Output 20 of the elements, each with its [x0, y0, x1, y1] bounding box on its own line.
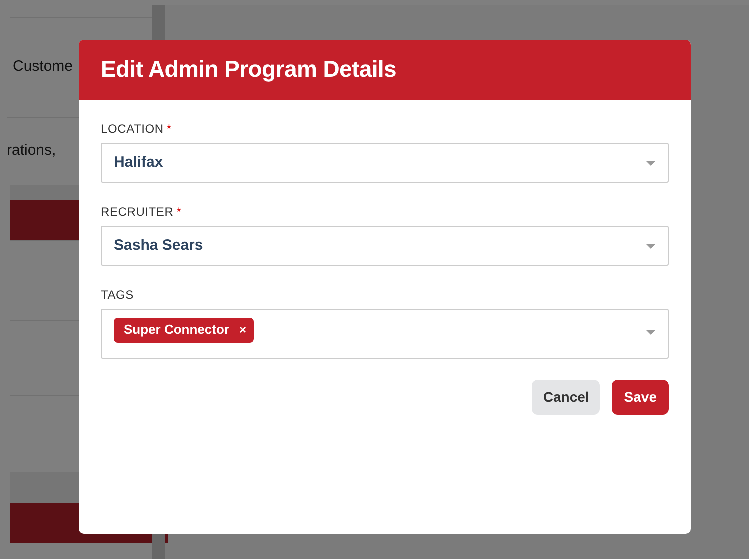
- select-field[interactable]: Sasha Sears: [101, 226, 669, 266]
- field-label: LOCATION *: [101, 121, 173, 138]
- field-label: TAGS: [101, 287, 135, 304]
- field-label: RECRUITER *: [101, 204, 183, 221]
- caret-icon: [646, 330, 656, 335]
- remove-tag-button[interactable]: ×: [239, 320, 246, 339]
- caret-icon: [646, 244, 656, 248]
- row-text: rations,: [7, 141, 56, 162]
- select-value: Halifax: [114, 152, 164, 173]
- required-marker: *: [176, 205, 182, 219]
- required-marker: *: [166, 122, 172, 136]
- row-text: Custome: [13, 57, 74, 78]
- select-field[interactable]: Halifax: [101, 143, 669, 183]
- tag-chip: Super Connector ×: [114, 318, 254, 342]
- select-value: Sasha Sears: [114, 236, 204, 256]
- tags-field[interactable]: Super Connector ×: [101, 309, 669, 359]
- save-button[interactable]: Save: [612, 380, 669, 415]
- modal-title: Edit Admin Program Details: [101, 56, 397, 84]
- cancel-button[interactable]: Cancel: [532, 380, 600, 415]
- caret-icon: [646, 160, 656, 166]
